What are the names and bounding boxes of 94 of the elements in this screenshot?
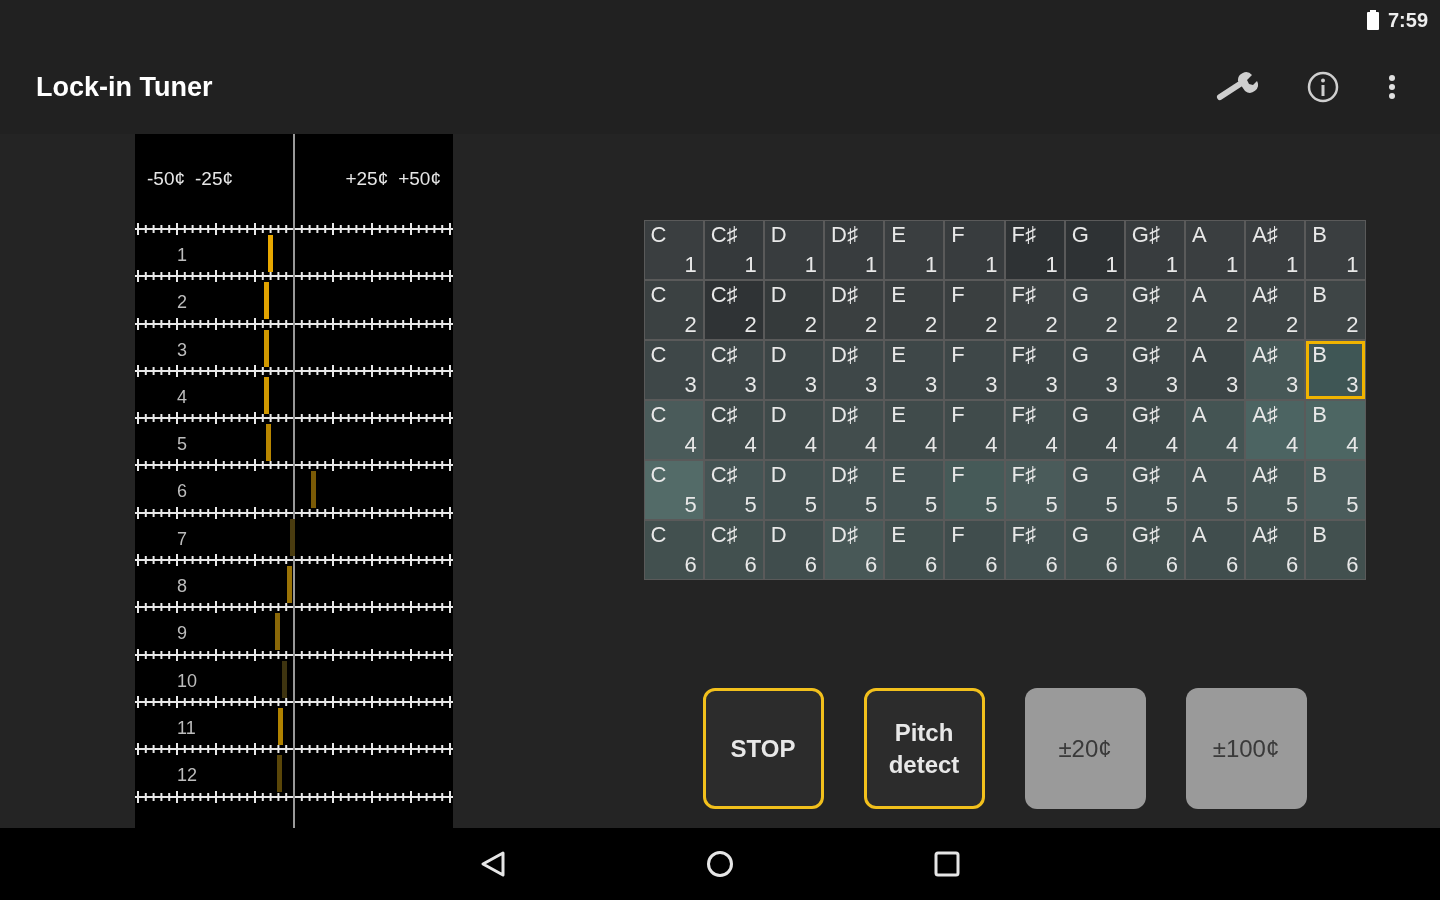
note-cell[interactable]: A 1 [1186,221,1245,279]
note-cell[interactable]: A♯ 6 [1246,521,1305,579]
string-number: 3 [177,339,187,360]
note-cell[interactable]: G♯ 6 [1125,521,1184,579]
note-cell[interactable]: G♯ 4 [1125,401,1184,459]
note-cell[interactable]: D 1 [764,221,823,279]
note-cell[interactable]: D♯ 3 [825,341,884,399]
control-button[interactable]: ±100¢ [1185,688,1307,809]
scale-label: -50¢ [147,167,186,192]
string-number: 1 [177,245,187,265]
note-cell[interactable]: D 5 [764,461,823,519]
string-number: 6 [177,481,187,502]
note-cell[interactable]: D♯ 2 [825,281,884,339]
note-cell[interactable]: C♯ 1 [704,221,763,279]
note-cell[interactable]: G♯ 3 [1125,341,1184,399]
note-cell[interactable]: G♯ 1 [1125,221,1184,279]
string-number: 8 [177,576,187,597]
note-cell[interactable]: G 3 [1065,341,1124,399]
note-cell[interactable]: B 1 [1306,221,1365,279]
note-cell[interactable]: G 5 [1065,461,1124,519]
note-cell[interactable]: A♯ 4 [1246,401,1305,459]
note-cell[interactable]: E 6 [885,521,944,579]
note-cell[interactable]: F 6 [945,521,1004,579]
note-cell[interactable]: C 5 [644,461,703,519]
note-cell[interactable]: C 6 [644,521,703,579]
scale-label: -25¢ [195,167,234,192]
scale-label: +25¢ [345,167,389,192]
note-cell[interactable]: F 1 [945,221,1004,279]
note-cell[interactable]: G♯ 5 [1125,461,1184,519]
note-cell[interactable]: D♯ 1 [825,221,884,279]
note-cell[interactable]: D 6 [764,521,823,579]
note-cell[interactable]: C 2 [644,281,703,339]
note-cell[interactable]: B 5 [1306,461,1365,519]
note-cell[interactable]: E 4 [885,401,944,459]
note-cell[interactable]: F♯ 4 [1005,401,1064,459]
scale-label: +50¢ [398,167,441,192]
note-cell[interactable]: G 1 [1065,221,1124,279]
note-cell[interactable]: A 2 [1186,281,1245,339]
note-cell[interactable]: D♯ 5 [825,461,884,519]
note-cell[interactable]: E 1 [885,221,944,279]
note-cell[interactable]: G♯ 2 [1125,281,1184,339]
note-cell[interactable]: C 3 [644,341,703,399]
note-cell[interactable]: D♯ 6 [825,521,884,579]
note-cell[interactable]: G 6 [1065,521,1124,579]
note-cell[interactable]: A 4 [1186,401,1245,459]
note-cell[interactable]: D 2 [764,281,823,339]
app-title: Lock-in Tuner [36,70,213,104]
note-cell[interactable]: C♯ 3 [704,341,763,399]
string-number: 9 [177,623,187,644]
note-cell[interactable]: C♯ 2 [704,281,763,339]
note-cell[interactable]: B 4 [1306,401,1365,459]
note-cell[interactable]: B 6 [1306,521,1365,579]
note-cell[interactable]: A 6 [1186,521,1245,579]
string-number: 2 [177,292,187,313]
note-cell[interactable]: G 4 [1065,401,1124,459]
note-cell[interactable]: F 5 [945,461,1004,519]
note-cell[interactable]: A 5 [1186,461,1245,519]
note-cell[interactable]: B 2 [1306,281,1365,339]
note-cell[interactable]: C 4 [644,401,703,459]
note-cell[interactable]: E 3 [885,341,944,399]
string-number: 7 [177,528,187,549]
note-cell[interactable]: C♯ 5 [704,461,763,519]
note-cell[interactable]: C♯ 4 [704,401,763,459]
control-button[interactable]: Pitch detect [863,688,985,809]
note-cell[interactable]: E 2 [885,281,944,339]
note-cell[interactable]: F♯ 6 [1005,521,1064,579]
note-cell[interactable]: A♯ 1 [1246,221,1305,279]
string-number: 11 [177,717,196,738]
note-cell[interactable]: A♯ 2 [1246,281,1305,339]
note-cell[interactable]: D♯ 4 [825,401,884,459]
control-button[interactable]: ±20¢ [1024,688,1146,809]
note-cell[interactable]: C 1 [644,221,703,279]
string-number: 10 [177,670,198,691]
note-cell[interactable]: F 4 [945,401,1004,459]
note-cell[interactable]: B 3 [1306,341,1365,399]
note-cell[interactable]: G 2 [1065,281,1124,339]
note-cell[interactable]: F♯ 5 [1005,461,1064,519]
note-cell[interactable]: F 3 [945,341,1004,399]
status-time: 7:59 [1387,8,1428,33]
note-cell[interactable]: A♯ 5 [1246,461,1305,519]
note-cell[interactable]: F♯ 2 [1005,281,1064,339]
string-number: 4 [177,386,187,407]
note-cell[interactable]: E 5 [885,461,944,519]
note-cell[interactable]: D 3 [764,341,823,399]
control-button[interactable]: STOP [702,688,824,809]
note-cell[interactable]: F♯ 1 [1005,221,1064,279]
note-cell[interactable]: D 4 [764,401,823,459]
note-cell[interactable]: A♯ 3 [1246,341,1305,399]
string-number: 12 [177,765,198,786]
note-cell[interactable]: F 2 [945,281,1004,339]
note-cell[interactable]: A 3 [1186,341,1245,399]
note-cell[interactable]: F♯ 3 [1005,341,1064,399]
string-number: 5 [177,434,187,455]
note-cell[interactable]: C♯ 6 [704,521,763,579]
